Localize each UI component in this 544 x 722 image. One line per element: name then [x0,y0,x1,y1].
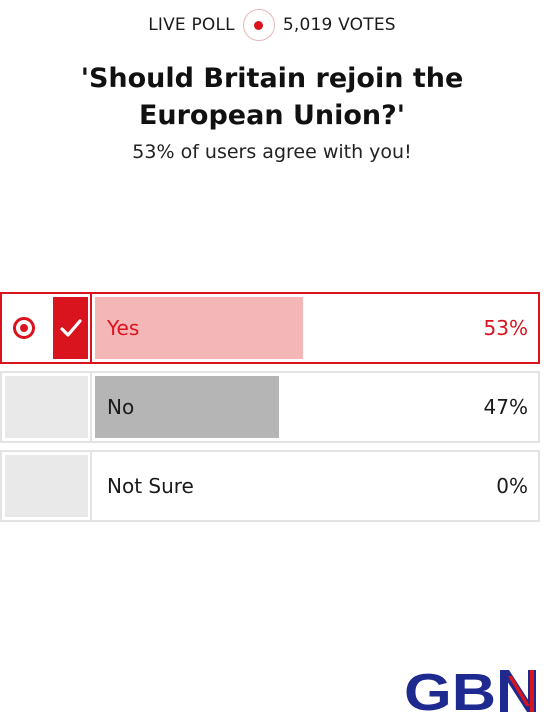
option-select-area[interactable] [5,455,88,517]
logo-letters-gb: GB [404,664,496,718]
poll-result-message: 53% of users agree with you! [132,141,412,163]
option-label: Not Sure [107,474,194,498]
option-divider [90,452,92,520]
checkmark-icon [53,297,88,359]
option-label: Yes [107,316,140,340]
gbnews-logo[interactable]: GB [404,664,540,722]
option-percent: 53% [483,316,528,340]
radio-selected-icon[interactable] [13,317,35,339]
option-select-area[interactable] [5,376,88,438]
poll-option-yes[interactable]: Yes 53% [0,292,540,364]
gbn-logo-graphic: GB [404,664,536,722]
poll-header: LIVE POLL 5,019 VOTES [0,8,544,42]
logo-flag-n [500,670,536,712]
option-label: No [107,395,135,419]
poll-question: 'Should Britain rejoin the European Unio… [80,63,464,131]
option-select-area[interactable] [5,297,88,359]
live-poll-label: LIVE POLL [148,15,235,35]
poll-option-no[interactable]: No 47% [0,371,540,443]
live-dot [254,20,264,30]
live-indicator-icon [242,9,275,41]
option-result: Not Sure 0% [95,455,536,517]
option-divider [90,373,92,441]
votes-count: 5,019 VOTES [282,15,396,35]
option-percent: 0% [496,474,528,498]
option-result: Yes 53% [95,297,536,359]
poll-option-not-sure[interactable]: Not Sure 0% [0,450,540,522]
option-percent: 47% [483,395,528,419]
option-divider [90,294,92,362]
option-result: No 47% [95,376,536,438]
